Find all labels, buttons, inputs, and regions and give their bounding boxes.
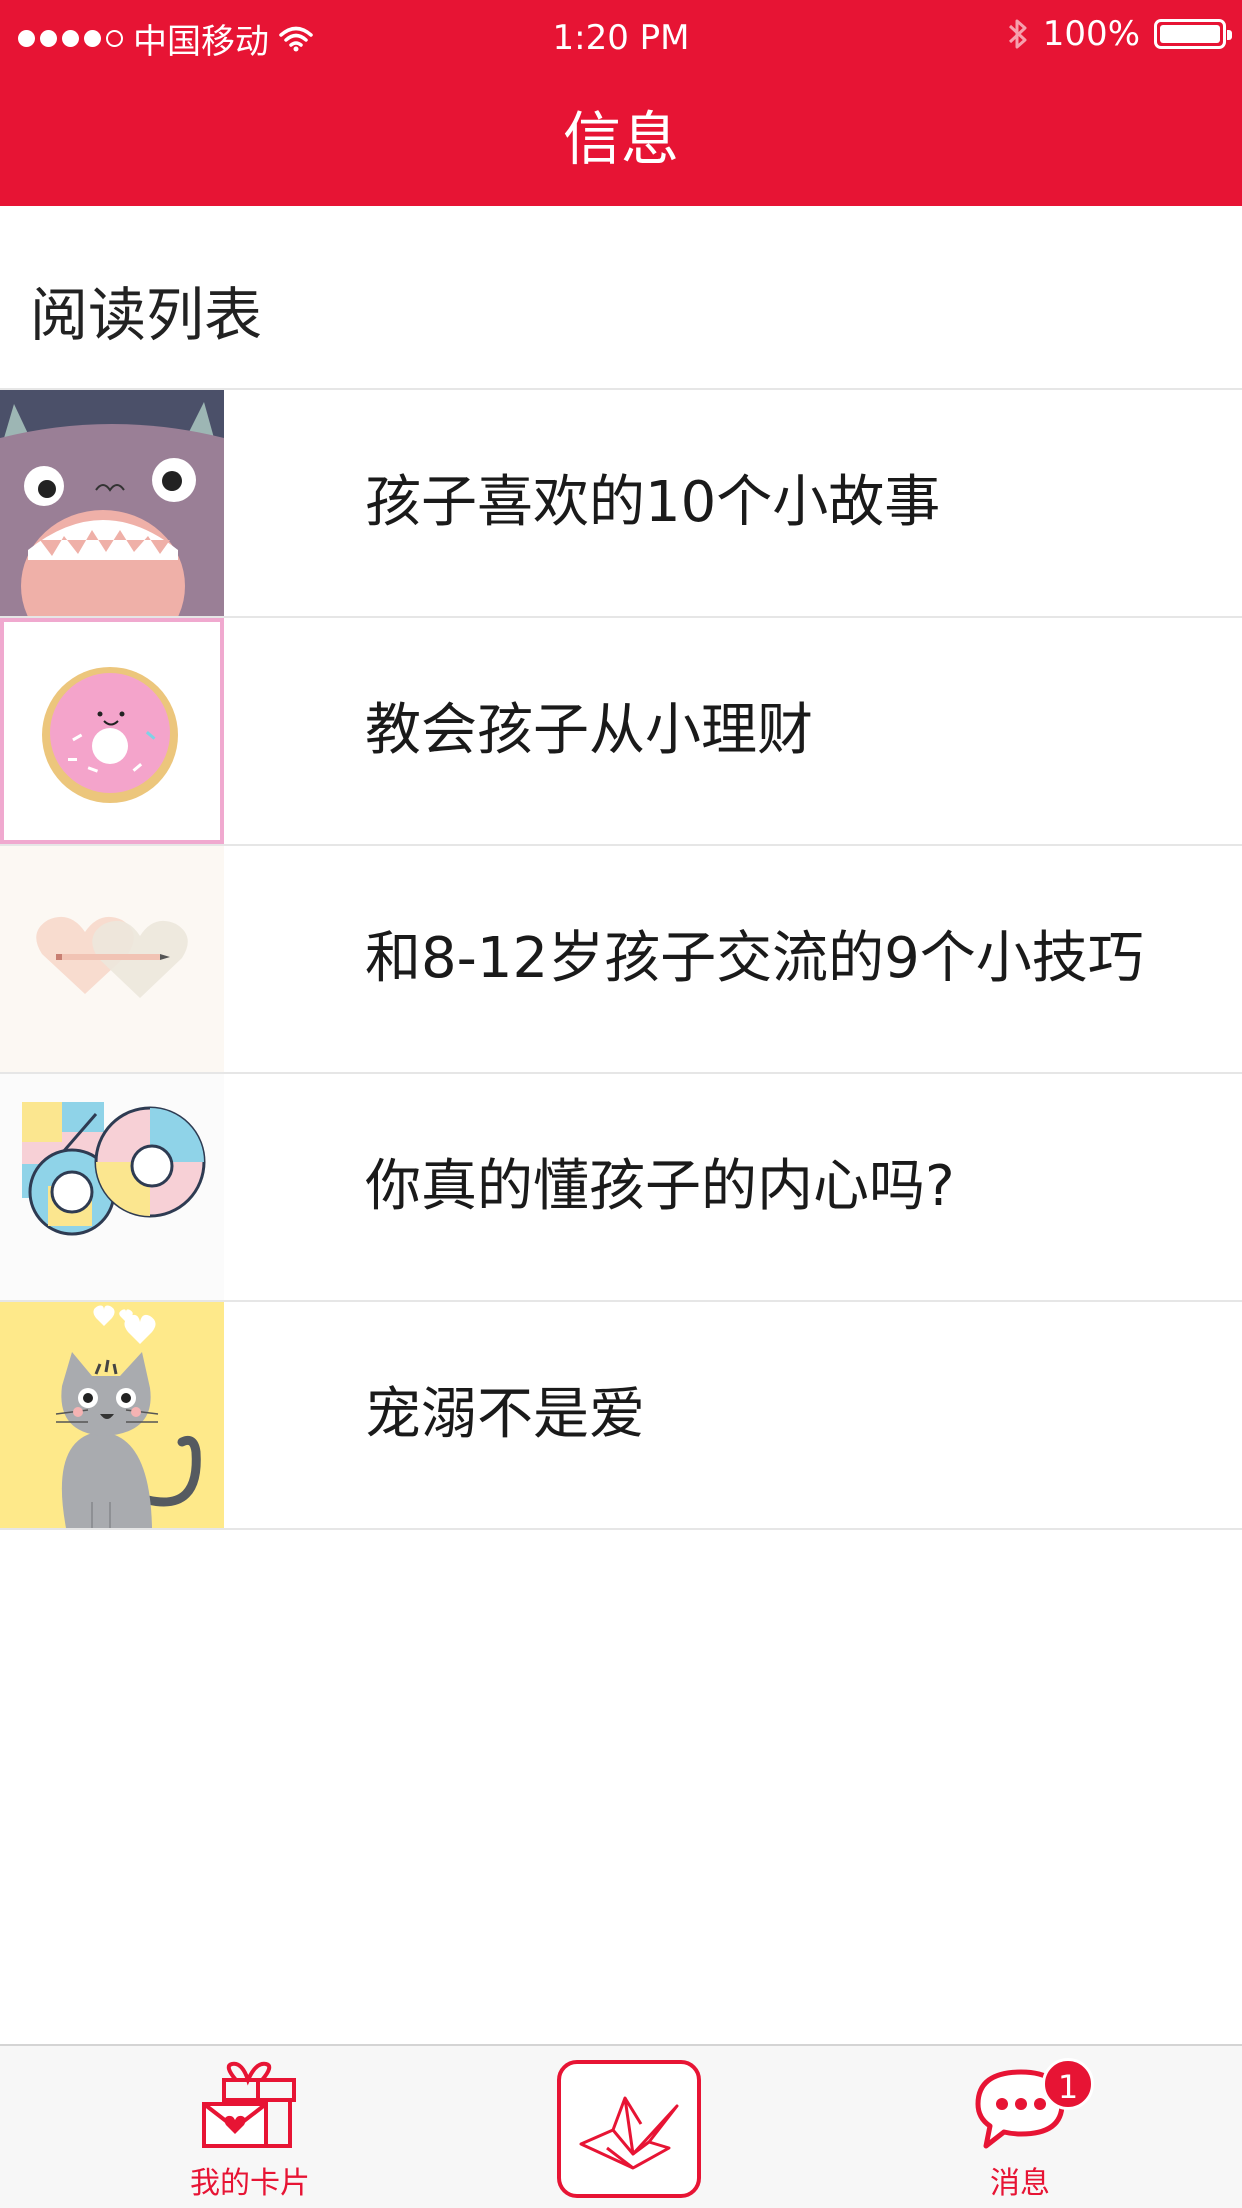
battery-icon xyxy=(1154,19,1232,49)
status-right: 100% xyxy=(1007,14,1232,54)
bluetooth-icon xyxy=(1008,19,1027,49)
paper-crane-icon xyxy=(579,2096,679,2170)
hearts-pencil-icon xyxy=(0,846,224,1072)
article-row[interactable]: 你真的懂孩子的内心吗? xyxy=(0,1074,1242,1302)
tab-label: 消息 xyxy=(990,2166,1050,2201)
section-header: 阅读列表 xyxy=(0,206,1242,390)
article-title: 你真的懂孩子的内心吗? xyxy=(365,1154,955,1219)
unread-badge: 1 xyxy=(1042,2058,1094,2110)
article-title: 孩子喜欢的10个小故事 xyxy=(365,470,941,535)
create-button[interactable] xyxy=(557,2060,701,2198)
tab-bar: 我的卡片 1 消息 xyxy=(0,2044,1242,2208)
battery-percentage: 100% xyxy=(1042,14,1140,54)
article-title: 和8-12岁孩子交流的9个小技巧 xyxy=(365,926,1144,991)
article-list: 孩子喜欢的10个小故事 教会孩子从小理财 和8-12岁孩子交流的9个小技巧 你真… xyxy=(0,390,1242,1530)
article-row[interactable]: 宠溺不是爱 xyxy=(0,1302,1242,1530)
tab-create[interactable] xyxy=(557,2046,701,2208)
cat-icon xyxy=(0,1302,224,1528)
article-row[interactable]: 和8-12岁孩子交流的9个小技巧 xyxy=(0,846,1242,1074)
gift-card-icon xyxy=(202,2061,296,2148)
article-title: 宠溺不是爱 xyxy=(365,1382,645,1447)
article-row[interactable]: 教会孩子从小理财 xyxy=(0,618,1242,846)
article-row[interactable]: 孩子喜欢的10个小故事 xyxy=(0,390,1242,618)
page-title: 信息 xyxy=(562,105,679,173)
tab-messages[interactable]: 1 消息 xyxy=(920,2046,1120,2208)
tab-my-cards[interactable]: 我的卡片 xyxy=(150,2046,350,2208)
tab-label: 我的卡片 xyxy=(190,2166,310,2201)
section-title: 阅读列表 xyxy=(30,281,263,349)
donut-icon xyxy=(0,618,224,844)
status-bar: 中国移动 1:20 PM 100% xyxy=(0,0,1242,72)
navigation-header: 中国移动 1:20 PM 100% 信息 xyxy=(0,0,1242,206)
geometric-pattern-icon xyxy=(0,1074,224,1300)
monster-icon xyxy=(0,390,224,616)
article-title: 教会孩子从小理财 xyxy=(365,698,813,763)
